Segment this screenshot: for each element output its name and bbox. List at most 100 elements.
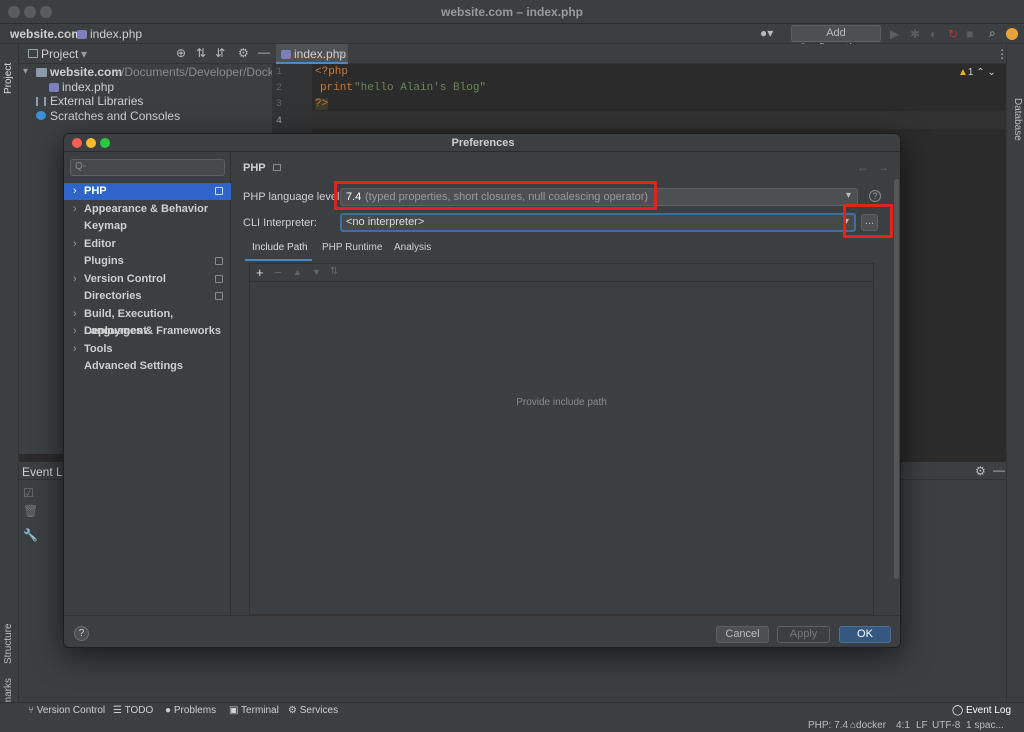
dialog-title-bar: Preferences (64, 134, 900, 152)
expand-all-icon[interactable]: ⇅ (196, 46, 206, 60)
line-number: 3 (276, 99, 283, 110)
nav-item-directories[interactable]: Directories (64, 288, 231, 305)
php-file-icon (281, 50, 291, 59)
nav-item-appearance[interactable]: › Appearance & Behavior (64, 201, 231, 218)
dialog-footer: ? Cancel Apply OK (64, 615, 900, 647)
line-separator[interactable]: LF (916, 720, 928, 731)
status-tab-services[interactable]: ⚙ Services (288, 705, 338, 716)
scrollbar[interactable] (894, 179, 899, 579)
docker-indicator[interactable]: ⌂docker (850, 720, 886, 731)
move-up-icon[interactable]: ▲ (293, 267, 302, 277)
next-highlight-icon[interactable]: ⌄ (987, 67, 995, 78)
status-tab-todo[interactable]: ☰ TODO (113, 705, 153, 716)
tree-item-project-root[interactable]: website.com (50, 65, 122, 79)
line-number: 4 (276, 116, 283, 127)
cli-interpreter-select[interactable]: <no interpreter> ▾ (340, 213, 856, 232)
hide-panel-icon[interactable]: — (258, 45, 270, 59)
database-tool-tab[interactable]: Database (1012, 98, 1023, 158)
add-icon[interactable]: + (256, 265, 264, 280)
nav-item-plugins[interactable]: Plugins (64, 253, 231, 270)
help-icon[interactable]: ? (869, 190, 881, 202)
chevron-down-icon[interactable]: ▾ (81, 47, 87, 61)
nav-item-keymap[interactable]: Keymap (64, 218, 231, 235)
gear-icon[interactable]: ⚙ (238, 46, 249, 60)
search-everywhere-icon[interactable]: ⌕ (989, 26, 996, 41)
status-tab-version-control[interactable]: ⑂ Version Control (28, 705, 105, 716)
settings-search-input[interactable]: Q- (70, 159, 225, 176)
project-scope-icon (215, 257, 223, 265)
tab-php-runtime[interactable]: PHP Runtime (322, 242, 382, 253)
run-icon[interactable]: ▶ (890, 27, 899, 41)
tab-include-path[interactable]: Include Path (245, 240, 312, 261)
remove-icon[interactable]: − (274, 265, 282, 280)
rerun-icon[interactable]: ↻ (948, 27, 958, 41)
preferences-dialog: Preferences Q- › PHP › Appearance & Behavi… (63, 133, 901, 648)
cursor-position[interactable]: 4:1 (896, 720, 910, 731)
structure-tool-tab[interactable]: Structure (3, 604, 14, 664)
inspection-widget[interactable]: ▲1 ⌃ ⌄ (958, 67, 996, 78)
cancel-button[interactable]: Cancel (716, 626, 769, 643)
code-string: "hello Alain's Blog" (354, 82, 487, 94)
chevron-down-icon: ▾ (846, 190, 852, 201)
php-level-indicator[interactable]: PHP: 7.4 (808, 720, 848, 731)
indent-indicator[interactable]: 1 spac... (966, 720, 1004, 731)
nav-item-build[interactable]: › Build, Execution, Deployment (64, 306, 231, 337)
file-encoding[interactable]: UTF-8 (932, 720, 960, 731)
stop-icon[interactable]: ■ (966, 27, 973, 41)
wrench-icon[interactable]: 🔧 (23, 528, 38, 542)
back-arrow-icon[interactable]: ← (857, 160, 869, 174)
user-icon[interactable]: ●▾ (760, 26, 773, 40)
line-number: 1 (276, 67, 283, 78)
trash-icon[interactable]: 🗑 (23, 504, 38, 518)
breadcrumb-file[interactable]: index.php (90, 27, 142, 41)
status-event-log[interactable]: ◯ Event Log (952, 705, 1011, 716)
project-view-label[interactable]: Project (41, 47, 78, 61)
gear-icon[interactable]: ⚙ (975, 464, 986, 478)
php-file-icon (49, 83, 59, 92)
debug-icon[interactable]: ✱ (910, 27, 920, 41)
status-tab-problems[interactable]: ● Problems (165, 705, 216, 716)
highlight-box (334, 181, 657, 210)
updates-icon[interactable] (1006, 28, 1018, 40)
tab-index-php[interactable]: index.php × (276, 44, 348, 64)
tree-item-project-path: ~/Documents/Developer/Docker/ww (114, 65, 272, 79)
project-tool-tab[interactable]: Project (3, 54, 14, 94)
apply-button[interactable]: Apply (777, 626, 830, 643)
right-tool-strip: Database (1006, 44, 1024, 702)
cli-interpreter-label: CLI Interpreter: (243, 217, 317, 229)
nav-item-tools[interactable]: › Tools (64, 341, 231, 358)
line-number: 2 (276, 83, 283, 94)
expand-arrow-icon[interactable]: ▾ (23, 66, 28, 77)
nav-item-version-control[interactable]: › Version Control (64, 271, 231, 288)
nav-item-editor[interactable]: › Editor (64, 236, 231, 253)
mark-read-icon[interactable]: ☑ (23, 486, 34, 500)
tab-analysis[interactable]: Analysis (394, 242, 431, 253)
close-tab-icon[interactable]: × (338, 47, 345, 61)
more-icon[interactable]: ⋮ (996, 47, 1008, 61)
ok-button[interactable]: OK (839, 626, 891, 643)
add-configuration-button[interactable]: Add Configuration... (791, 25, 881, 54)
tree-item-scratches[interactable]: Scratches and Consoles (50, 109, 180, 123)
sort-icon[interactable]: ⇅ (330, 266, 338, 277)
tree-item-index-php[interactable]: index.php (62, 80, 114, 94)
project-scope-icon (273, 164, 281, 171)
nav-item-languages[interactable]: › Languages & Frameworks (64, 323, 231, 340)
include-path-list[interactable]: + − ▲ ▼ ⇅ Provide include path (249, 263, 874, 615)
code-keyword: print (320, 82, 354, 94)
collapse-all-icon[interactable]: ⇵ (215, 46, 225, 60)
move-down-icon[interactable]: ▼ (312, 267, 321, 277)
nav-item-advanced-settings[interactable]: Advanced Settings (64, 358, 231, 375)
tree-item-external-libraries[interactable]: External Libraries (50, 94, 143, 108)
locate-icon[interactable]: ⊕ (176, 46, 186, 60)
project-scope-icon (215, 187, 223, 195)
help-button[interactable]: ? (74, 626, 89, 641)
branch-icon: ⑂ (28, 705, 37, 716)
forward-arrow-icon[interactable]: → (877, 160, 889, 174)
project-scope-icon (215, 275, 223, 283)
event-log-icon: ◯ (952, 705, 966, 716)
status-tab-terminal[interactable]: ▣ Terminal (229, 705, 279, 716)
nav-item-php[interactable]: › PHP (64, 183, 231, 200)
coverage-icon[interactable]: ◐ (930, 27, 937, 41)
hide-panel-icon[interactable]: — (993, 463, 1005, 477)
previous-highlight-icon[interactable]: ⌃ (976, 67, 984, 78)
